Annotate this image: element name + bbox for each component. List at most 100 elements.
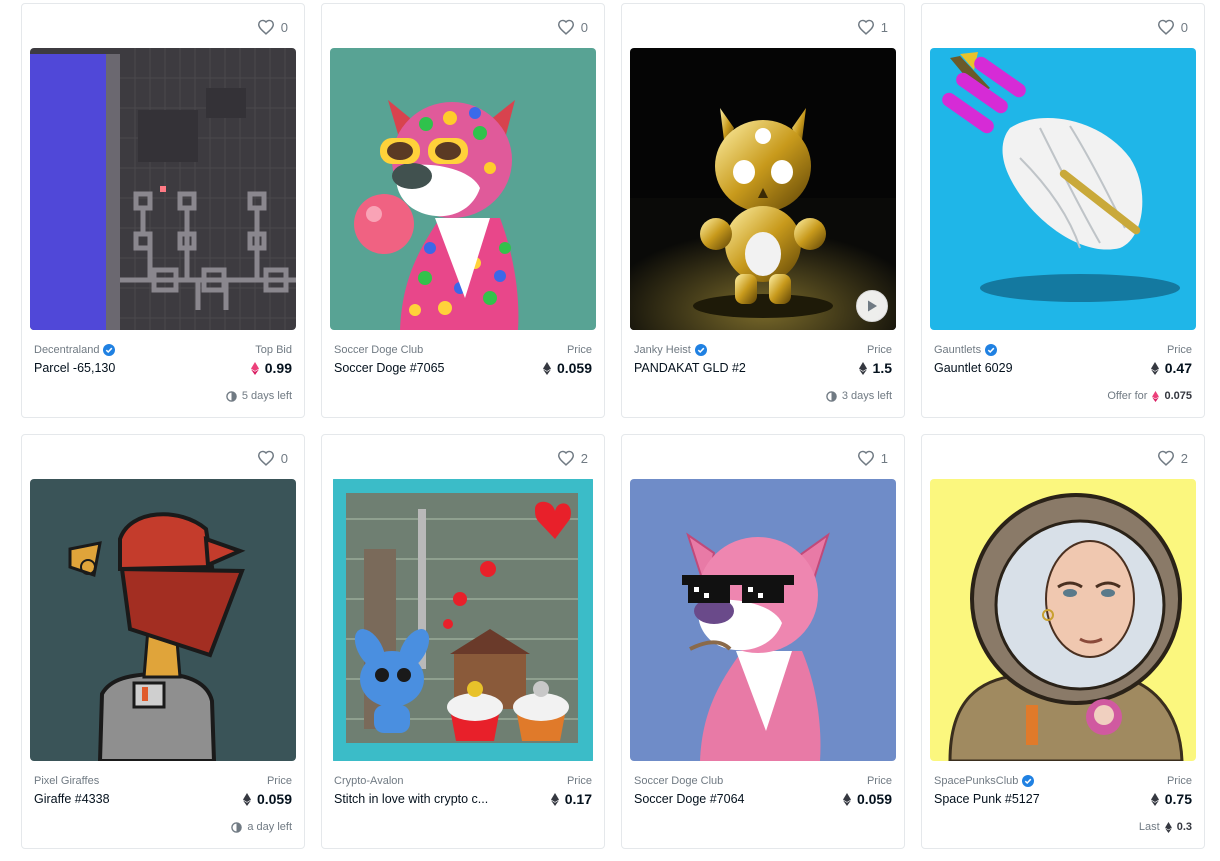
card-footer: a day left (231, 821, 292, 833)
item-name[interactable]: PANDAKAT GLD #2 (634, 361, 812, 375)
favorite-count: 0 (280, 19, 288, 35)
nft-image[interactable] (930, 479, 1196, 761)
price: 0.059 (842, 791, 892, 807)
collection-name[interactable]: Soccer Doge Club (634, 775, 723, 787)
offer-label: Offer for (1107, 390, 1148, 402)
collection-name[interactable]: SpacePunksClub (934, 775, 1035, 787)
ethereum-icon (842, 792, 851, 806)
favorite-button[interactable]: 1 (857, 449, 888, 467)
ethereum-icon (242, 792, 251, 806)
price-label: Price (866, 344, 892, 356)
collection-name[interactable]: Crypto-Avalon (334, 775, 404, 787)
collection-name[interactable]: Decentraland (34, 344, 116, 356)
item-name[interactable]: Parcel -65,130 (34, 361, 212, 375)
nft-card[interactable]: 2 Crypto-Avalon Stitch in love with cryp… (321, 434, 605, 849)
last-sale-label: Last (1138, 821, 1160, 833)
favorite-button[interactable]: 0 (1157, 18, 1188, 36)
card-footer: 3 days left (826, 390, 892, 402)
ethereum-icon (542, 361, 551, 375)
ethereum-icon (550, 792, 559, 806)
verified-badge-icon (103, 344, 116, 356)
heart-outline-icon (1157, 450, 1174, 466)
collection-name[interactable]: Pixel Giraffes (34, 775, 99, 787)
heart-outline-icon (257, 19, 274, 35)
card-footer: Last 0.3 (1139, 821, 1192, 833)
pandakat-gold-image (630, 48, 896, 330)
nft-info: Crypto-Avalon Stitch in love with crypto… (334, 773, 592, 813)
price-value: 1.5 (872, 360, 892, 376)
card-footer: Offer for 0.075 (1107, 390, 1192, 402)
nft-info: Pixel Giraffes Giraffe #4338 Price 0.059 (34, 773, 292, 813)
nft-image[interactable] (330, 48, 596, 330)
soccer-doge-image (630, 479, 896, 761)
verified-badge-icon (694, 344, 707, 356)
nft-image[interactable] (30, 479, 296, 761)
price: 1.5 (858, 360, 892, 376)
collection-name[interactable]: Janky Heist (634, 344, 707, 356)
nft-card[interactable]: 0 (21, 3, 305, 418)
price-value: 0.059 (856, 791, 892, 807)
price-label: Price (1166, 344, 1192, 356)
play-icon (868, 300, 877, 312)
time-left: 5 days left (241, 390, 292, 402)
item-name[interactable]: Soccer Doge #7065 (334, 361, 512, 375)
verified-badge-icon (1022, 775, 1035, 787)
favorite-button[interactable]: 0 (257, 18, 288, 36)
offer-value: 0.075 (1164, 390, 1192, 402)
price-label: Price (566, 344, 592, 356)
nft-card[interactable]: 1 Soccer Doge Club Soccer Doge #7064 Pri… (621, 434, 905, 849)
time-left: 3 days left (841, 390, 892, 402)
nft-info: Janky Heist PANDAKAT GLD #2 Price 1.5 (634, 342, 892, 382)
nft-image[interactable] (30, 48, 296, 330)
favorite-button[interactable]: 0 (557, 18, 588, 36)
favorite-count: 0 (280, 450, 288, 466)
item-name[interactable]: Giraffe #4338 (34, 792, 212, 806)
nft-info: Decentraland Parcel -65,130 Top Bid 0.99 (34, 342, 292, 382)
time-left: a day left (247, 821, 292, 833)
favorite-button[interactable]: 2 (557, 449, 588, 467)
price: 0.75 (1150, 791, 1192, 807)
ethereum-icon (858, 361, 867, 375)
heart-outline-icon (257, 450, 274, 466)
favorite-count: 0 (1180, 19, 1188, 35)
play-button[interactable] (856, 290, 888, 322)
nft-card[interactable]: 0 Pixel Giraffes Giraffe #4338 Price 0.0… (21, 434, 305, 849)
item-name[interactable]: Soccer Doge #7064 (634, 792, 812, 806)
price-label: Price (266, 775, 292, 787)
nft-card[interactable]: 1 Janky Heist PANDAKAT GLD #2 Price 1.5 … (621, 3, 905, 418)
nft-image[interactable] (330, 479, 596, 761)
favorite-button[interactable]: 2 (1157, 449, 1188, 467)
clock-icon (226, 390, 237, 402)
price-label: Price (866, 775, 892, 787)
weth-icon (1152, 390, 1160, 402)
stitch-crypto-image (330, 479, 596, 761)
soccer-doge-image (330, 48, 596, 330)
nft-image[interactable] (630, 479, 896, 761)
verified-badge-icon (985, 344, 998, 356)
item-name[interactable]: Gauntlet 6029 (934, 361, 1112, 375)
price: 0.059 (242, 791, 292, 807)
nft-image[interactable] (930, 48, 1196, 330)
favorite-button[interactable]: 0 (257, 449, 288, 467)
last-sale-value: 0.3 (1176, 821, 1192, 833)
nft-video[interactable] (630, 48, 896, 330)
item-name[interactable]: Stitch in love with crypto c... (334, 792, 512, 806)
gauntlet-image (930, 48, 1196, 330)
decentraland-parcel-map-image (30, 48, 296, 330)
heart-outline-icon (857, 19, 874, 35)
weth-icon (250, 361, 259, 375)
favorite-button[interactable]: 1 (857, 18, 888, 36)
nft-card[interactable]: 0 (321, 3, 605, 418)
price-label: Top Bid (255, 344, 292, 356)
nft-info: SpacePunksClub Space Punk #5127 Price 0.… (934, 773, 1192, 813)
item-name[interactable]: Space Punk #5127 (934, 792, 1112, 806)
nft-card[interactable]: 2 SpacePunksClub Space Punk #5127 Price … (921, 434, 1205, 849)
nft-info: Gauntlets Gauntlet 6029 Price 0.47 (934, 342, 1192, 382)
collection-name[interactable]: Soccer Doge Club (334, 344, 423, 356)
collection-name[interactable]: Gauntlets (934, 344, 998, 356)
pixel-giraffe-image (30, 479, 296, 761)
ethereum-icon (1164, 821, 1172, 833)
nft-card[interactable]: 0 Gauntlets Gauntlet 6029 Price 0.47 Off… (921, 3, 1205, 418)
clock-icon (826, 390, 837, 402)
price-value: 0.99 (264, 360, 292, 376)
